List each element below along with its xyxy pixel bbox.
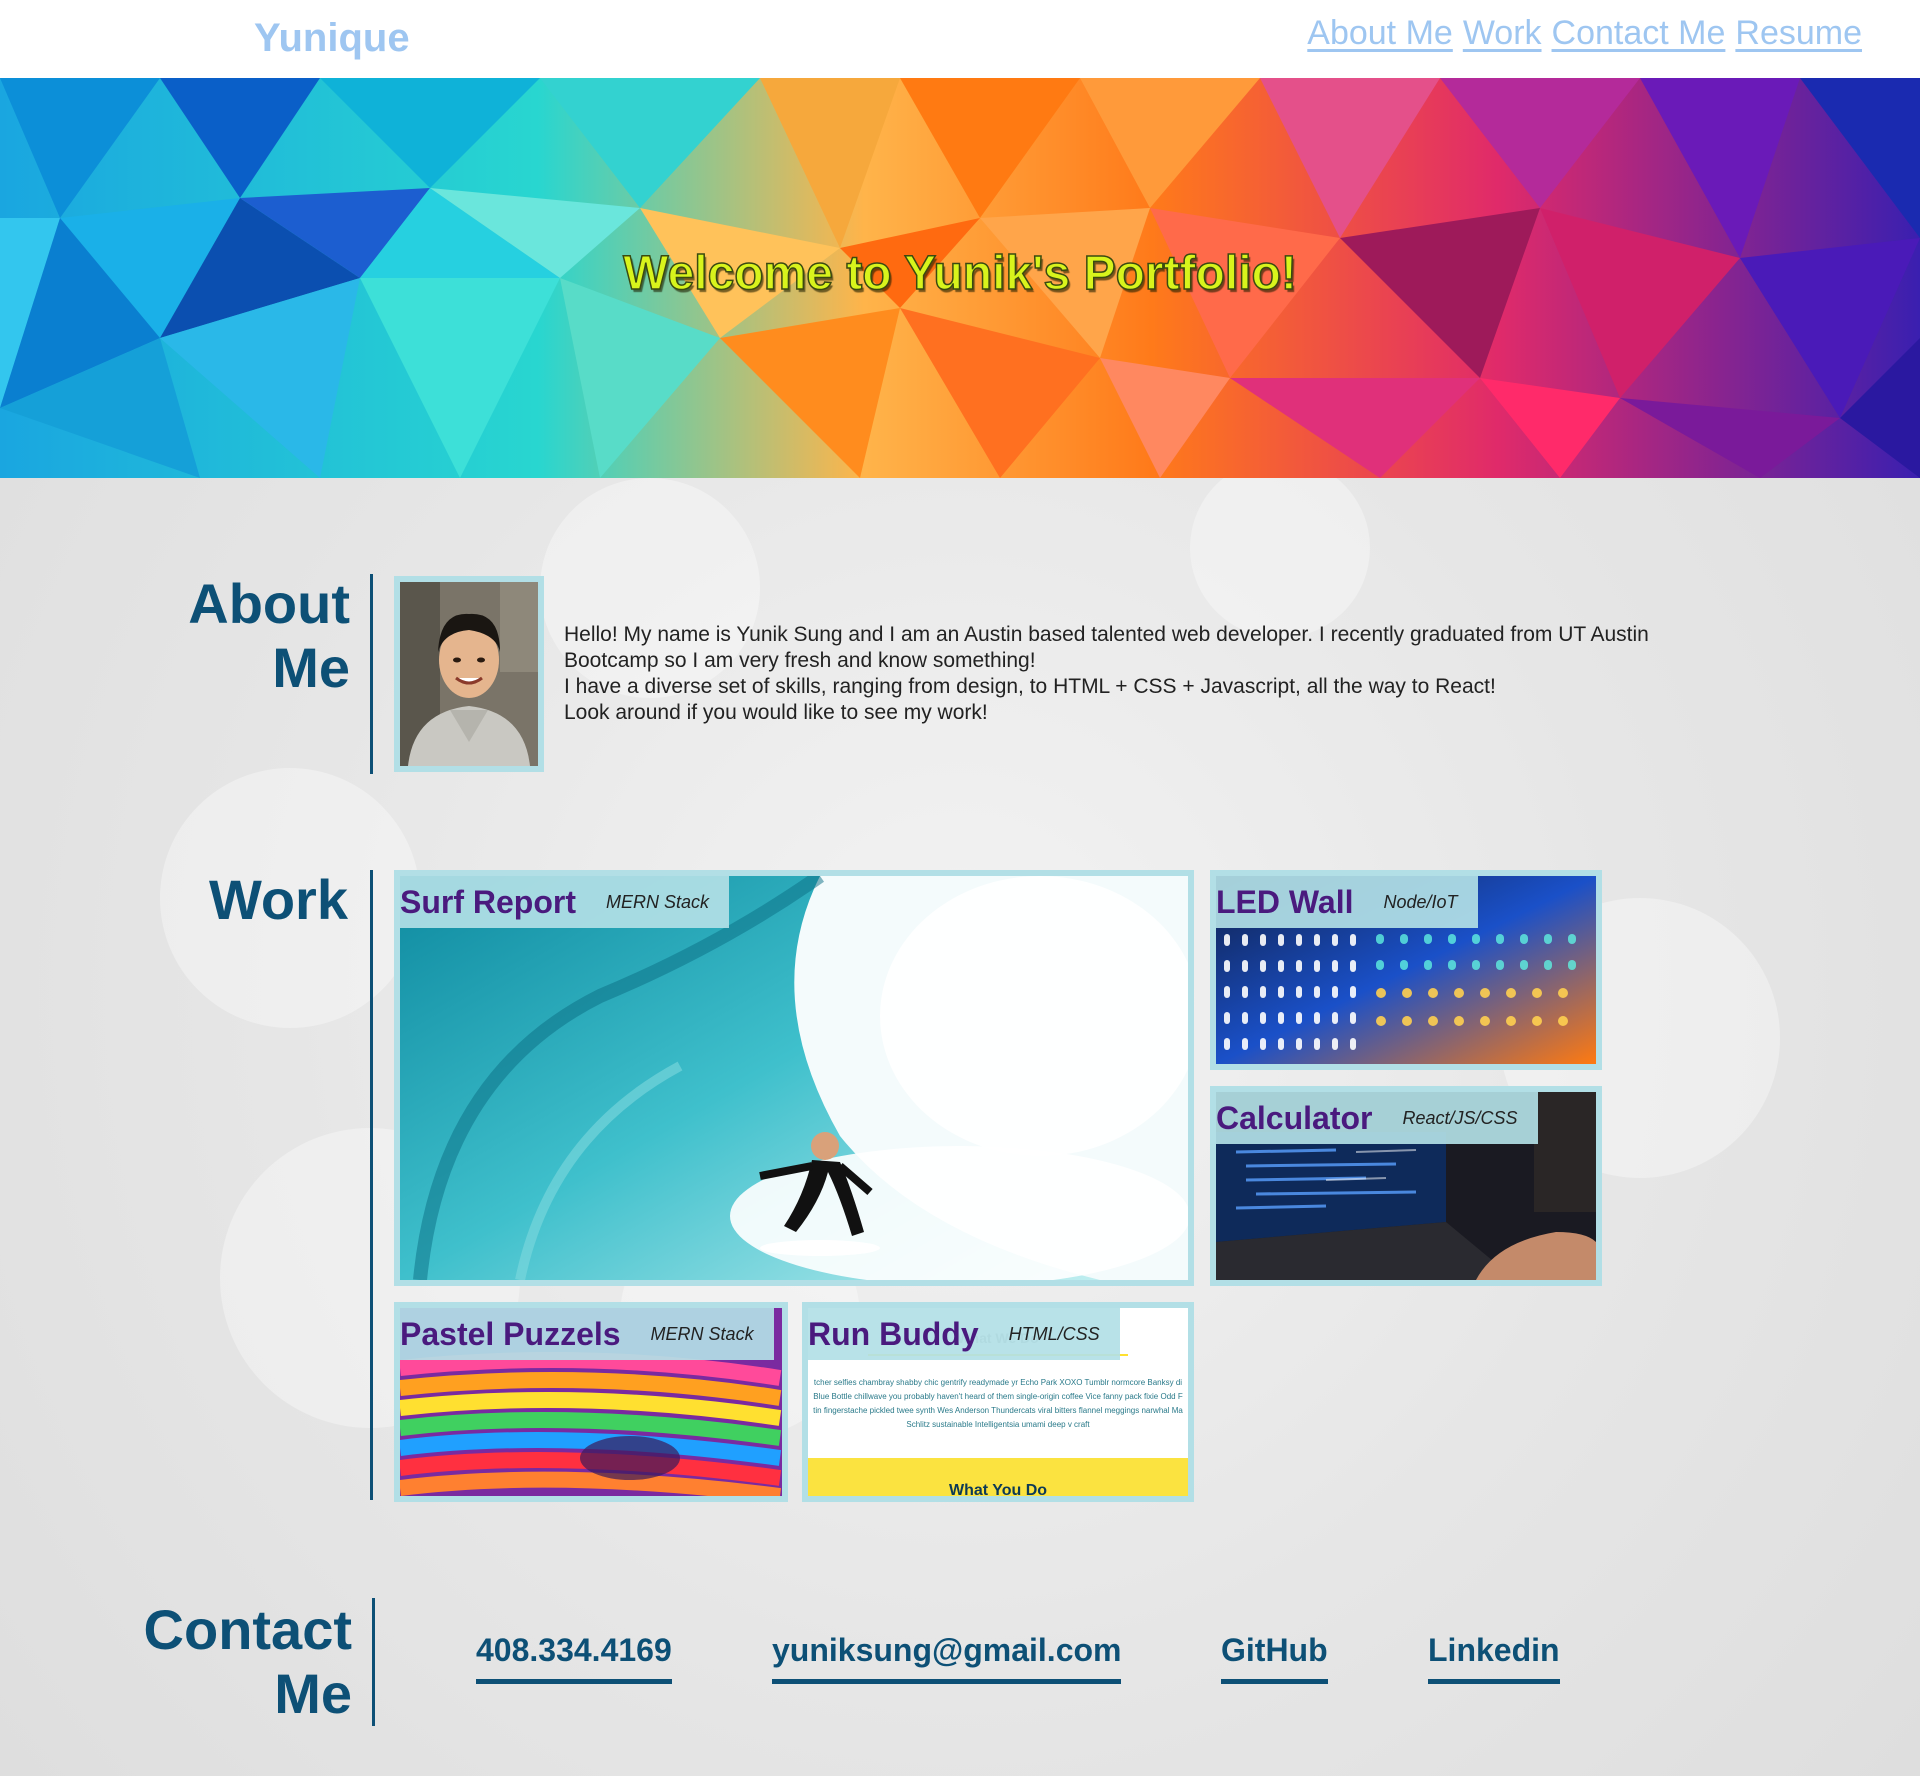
top-navbar: Yunique About Me Work Contact Me Resume — [0, 0, 1920, 78]
bokeh-decoration — [1190, 478, 1370, 638]
about-paragraph-1: Hello! My name is Yunik Sung and I am an… — [564, 623, 1649, 672]
contact-title-line-1: Contact — [143, 1598, 352, 1661]
project-tech: React/JS/CSS — [1402, 1107, 1518, 1128]
preview-footer-heading: What You Do — [948, 1482, 1048, 1499]
nav-links: About Me Work Contact Me Resume — [1307, 14, 1862, 53]
preview-line: tcher selfies chambray shabby chic gentr… — [813, 1378, 1183, 1387]
contact-divider — [372, 1598, 375, 1726]
project-name: LED Wall — [1216, 883, 1354, 920]
profile-avatar-illustration — [400, 582, 538, 766]
project-name: Calculator — [1216, 1099, 1373, 1136]
hero-banner: Welcome to Yunik's Portfolio! — [0, 78, 1920, 478]
project-card-led-wall[interactable]: LED Wall Node/IoT — [1210, 870, 1602, 1070]
project-card-run-buddy[interactable]: What We Do tcher selfies chambray shabby… — [802, 1302, 1194, 1502]
project-tech: HTML/CSS — [1008, 1323, 1100, 1344]
project-name: Pastel Puzzels — [400, 1315, 621, 1352]
about-paragraph-2: I have a diverse set of skills, ranging … — [564, 675, 1496, 698]
nav-link-work[interactable]: Work — [1463, 14, 1542, 53]
project-label: Surf Report MERN Stack — [400, 876, 730, 928]
contact-linkedin-link[interactable]: Linkedin — [1428, 1632, 1560, 1684]
project-label: Calculator React/JS/CSS — [1216, 1092, 1538, 1144]
work-section-title: Work — [130, 868, 348, 932]
project-tech: MERN Stack — [606, 891, 710, 912]
nav-link-resume[interactable]: Resume — [1735, 14, 1862, 53]
preview-yellow-band: What You Do — [808, 1458, 1188, 1496]
contact-email-link[interactable]: yuniksung@gmail.com — [772, 1632, 1122, 1684]
profile-photo — [394, 576, 544, 772]
contact-section-title: Contact Me — [100, 1598, 352, 1726]
project-label: LED Wall Node/IoT — [1216, 876, 1478, 928]
preview-body-text: tcher selfies chambray shabby chic gentr… — [808, 1376, 1188, 1432]
about-paragraph-3: Look around if you would like to see my … — [564, 701, 988, 724]
about-section-title: About Me — [130, 572, 350, 700]
hero-title: Welcome to Yunik's Portfolio! — [622, 246, 1297, 301]
project-card-pastel-puzzels[interactable]: Pastel Puzzels MERN Stack — [394, 1302, 788, 1502]
about-description: Hello! My name is Yunik Sung and I am an… — [564, 622, 1724, 726]
work-title: Work — [209, 868, 348, 931]
preview-line: tin fingerstache pickled twee synth Wes … — [813, 1406, 1183, 1415]
nav-link-contact-me[interactable]: Contact Me — [1552, 14, 1726, 53]
project-name: Surf Report — [400, 883, 576, 920]
nav-link-about-me[interactable]: About Me — [1307, 14, 1453, 53]
contact-phone-link[interactable]: 408.334.4169 — [476, 1632, 672, 1684]
preview-line: Blue Bottle chillwave you probably haven… — [813, 1392, 1183, 1401]
about-title-line-2: Me — [272, 636, 350, 699]
about-divider — [370, 574, 373, 774]
surf-wave-image — [400, 876, 1188, 1280]
project-tech: MERN Stack — [650, 1323, 754, 1344]
about-title-line-1: About — [188, 572, 350, 635]
contact-github-link[interactable]: GitHub — [1221, 1632, 1328, 1684]
preview-line: Schlitz sustainable Intelligentsia umami… — [906, 1420, 1090, 1429]
project-card-calculator[interactable]: Calculator React/JS/CSS — [1210, 1086, 1602, 1286]
work-divider — [370, 870, 373, 1500]
project-name: Run Buddy — [808, 1315, 979, 1352]
project-label: Pastel Puzzels MERN Stack — [400, 1308, 774, 1360]
project-tech: Node/IoT — [1383, 891, 1458, 912]
project-card-surf-report[interactable]: Surf Report MERN Stack — [394, 870, 1194, 1286]
contact-title-line-2: Me — [274, 1662, 352, 1725]
project-label: Run Buddy HTML/CSS — [808, 1308, 1120, 1360]
brand-logo-text[interactable]: Yunique — [254, 16, 410, 61]
